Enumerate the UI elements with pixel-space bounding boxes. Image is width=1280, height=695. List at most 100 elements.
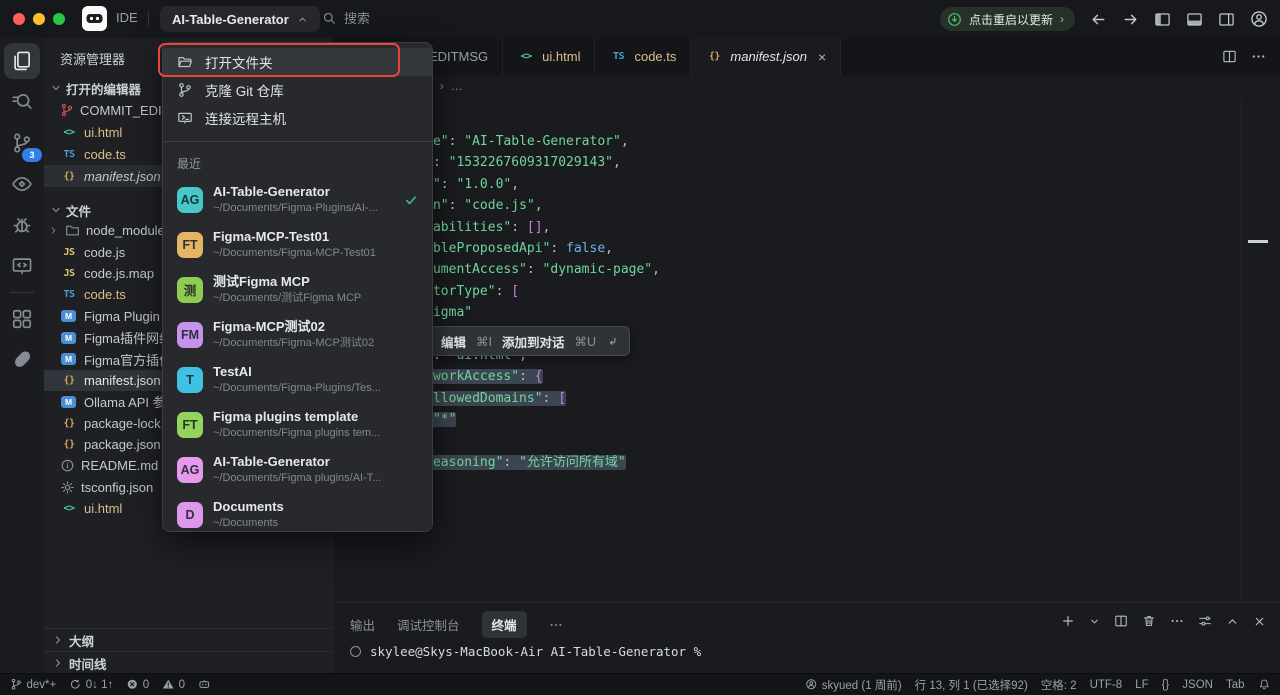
chevron-right-icon	[52, 634, 64, 646]
status-item-git-blame[interactable]: skyued (1 周前)	[805, 677, 901, 693]
menu-action-连接远程主机[interactable]: 连接远程主机	[163, 104, 432, 132]
status-item-language-mode[interactable]: JSON	[1182, 679, 1213, 691]
terminal-profile-chevron-icon[interactable]	[1089, 616, 1100, 627]
editor-tab-manifest.json[interactable]: {} manifest.json ×	[691, 38, 841, 76]
timeline-section-header[interactable]: 时间线	[44, 651, 334, 674]
tab-label: manifest.json	[730, 49, 807, 64]
json-file-icon: {}	[60, 418, 78, 429]
navigate-forward-button[interactable]	[1122, 11, 1139, 28]
activity-item-extensions[interactable]	[4, 301, 40, 337]
more-actions-icon[interactable]	[1251, 49, 1266, 64]
toggle-panel-button[interactable]	[1186, 11, 1203, 28]
terminal-status-icon	[350, 646, 361, 657]
recent-project-item[interactable]: FTFigma-MCP-Test01~/Documents/Figma-MCP-…	[163, 222, 432, 267]
restart-to-update-button[interactable]: 点击重启以更新 ›	[940, 7, 1075, 31]
recent-project-item[interactable]: FMFigma-MCP测试02~/Documents/Figma-MCP测试02	[163, 312, 432, 357]
toggle-left-sidebar-button[interactable]	[1154, 11, 1171, 28]
status-item-branch[interactable]: dev*+	[10, 678, 56, 691]
outline-section-header[interactable]: 大纲	[44, 628, 334, 651]
status-item-errors[interactable]: 0	[126, 678, 149, 691]
status-label: dev*+	[27, 679, 57, 691]
activity-item-explorer[interactable]	[4, 43, 40, 79]
split-terminal-icon[interactable]	[1114, 614, 1128, 628]
js-file-icon: JS	[60, 247, 78, 258]
status-label: UTF-8	[1090, 679, 1123, 691]
close-window-button[interactable]	[13, 13, 25, 25]
project-badge: 测	[177, 277, 203, 303]
status-item-warnings[interactable]: 0	[162, 678, 185, 691]
recent-project-item[interactable]: 测测试Figma MCP~/Documents/测试Figma MCP	[163, 267, 432, 312]
file-name: Figma官方插件	[84, 350, 172, 369]
recent-project-path: ~/Documents/测试Figma MCP	[213, 291, 361, 305]
file-name: package.json	[84, 437, 161, 452]
recent-project-item[interactable]: TTestAI~/Documents/Figma-Plugins/Tes...	[163, 357, 432, 402]
ide-window: IDE AI-Table-Generator 搜索 点击重启以更新 › 3	[0, 0, 1280, 695]
bottom-panel: 输出 调试控制台 终端 skylee@Skys-MacBook-Air AI-Tab…	[334, 602, 1280, 674]
edit-kbd-hint: ⌘I	[476, 334, 492, 349]
panel-tab-终端[interactable]: 终端	[482, 611, 527, 638]
recent-project-name: Documents	[213, 499, 284, 516]
split-editor-icon[interactable]	[1222, 49, 1237, 64]
html-file-icon: <>	[60, 127, 78, 138]
status-label: skyued (1 周前)	[822, 677, 902, 693]
status-item-notifications[interactable]	[1258, 678, 1271, 691]
status-item-sync[interactable]: 0↓ 1↑	[69, 678, 113, 691]
minimize-window-button[interactable]	[33, 13, 45, 25]
activity-item-remote-explorer[interactable]	[4, 248, 40, 284]
search-input[interactable]: 搜索	[322, 8, 370, 27]
add-to-chat-button[interactable]: 添加到对话	[502, 332, 565, 351]
panel-tab-调试控制台[interactable]: 调试控制台	[397, 615, 460, 634]
status-item-tab-focus-mode[interactable]: Tab	[1226, 679, 1245, 691]
recent-project-item[interactable]: FTFigma plugins template~/Documents/Figm…	[163, 402, 432, 447]
navigate-back-button[interactable]	[1090, 11, 1107, 28]
status-item-eol[interactable]: LF	[1135, 679, 1148, 691]
remote-icon	[177, 110, 193, 126]
project-switcher-button[interactable]: AI-Table-Generator	[160, 6, 320, 32]
status-label: 0↓ 1↑	[86, 679, 114, 691]
status-item-cursor-position[interactable]: 行 13, 列 1 (已选择92)	[915, 677, 1028, 693]
more-actions-icon[interactable]	[1170, 614, 1184, 628]
open-editor-label: ui.html	[84, 125, 122, 140]
close-tab-icon[interactable]: ×	[818, 49, 826, 65]
new-terminal-icon[interactable]	[1061, 614, 1075, 628]
toggle-right-sidebar-button[interactable]	[1218, 11, 1235, 28]
breadcrumb[interactable]: manifest.json › …	[334, 75, 1280, 99]
recent-project-name: Figma-MCP测试02	[213, 319, 374, 336]
status-item-indentation[interactable]: 空格: 2	[1041, 677, 1077, 693]
recent-project-item[interactable]: AGAI-Table-Generator~/Documents/Figma pl…	[163, 447, 432, 492]
status-item-assistant[interactable]	[198, 678, 211, 691]
file-name: code.js.map	[84, 266, 154, 281]
file-name: code.ts	[84, 287, 126, 302]
close-panel-icon[interactable]	[1253, 615, 1266, 628]
status-label: LF	[1135, 679, 1148, 691]
open-editor-label: manifest.json	[84, 169, 161, 184]
gitgray-icon	[177, 82, 193, 98]
account-icon[interactable]	[1250, 10, 1268, 28]
json-file-icon: {}	[705, 51, 723, 62]
editor-tab-ui.html[interactable]: <>ui.html	[503, 38, 595, 75]
menu-action-克隆 Git 仓库[interactable]: 克隆 Git 仓库	[163, 76, 432, 104]
menu-action-打开文件夹[interactable]: 打开文件夹	[163, 48, 432, 76]
edit-action-button[interactable]: 编辑	[441, 332, 466, 351]
editor-tab-code.ts[interactable]: TScode.ts	[595, 38, 691, 75]
panel-tab-输出[interactable]: 输出	[350, 615, 375, 634]
status-label: 0	[179, 679, 185, 691]
terminal-settings-icon[interactable]	[1198, 614, 1212, 628]
activity-item-source-control[interactable]: 3	[4, 125, 40, 161]
activity-item-debug[interactable]	[4, 207, 40, 243]
terminal-prompt-line[interactable]: skylee@Skys-MacBook-Air AI-Table-Generat…	[350, 644, 701, 659]
recent-project-item[interactable]: DDocuments~/Documents	[163, 492, 432, 532]
panel-more-tabs-icon[interactable]	[549, 618, 563, 632]
maximize-panel-icon[interactable]	[1226, 615, 1239, 628]
activity-item-preview[interactable]	[4, 166, 40, 202]
insert-corner-icon[interactable]	[606, 335, 619, 348]
json-file-icon: {}	[60, 375, 78, 386]
status-item-braces-indicator[interactable]: {}	[1162, 679, 1170, 691]
status-item-encoding[interactable]: UTF-8	[1090, 679, 1123, 691]
json-file-icon: {}	[60, 171, 78, 182]
activity-item-assistant[interactable]	[4, 342, 40, 378]
zoom-window-button[interactable]	[53, 13, 65, 25]
activity-item-search[interactable]	[4, 84, 40, 120]
recent-project-item[interactable]: AGAI-Table-Generator~/Documents/Figma-Pl…	[163, 177, 432, 222]
kill-terminal-icon[interactable]	[1142, 614, 1156, 628]
